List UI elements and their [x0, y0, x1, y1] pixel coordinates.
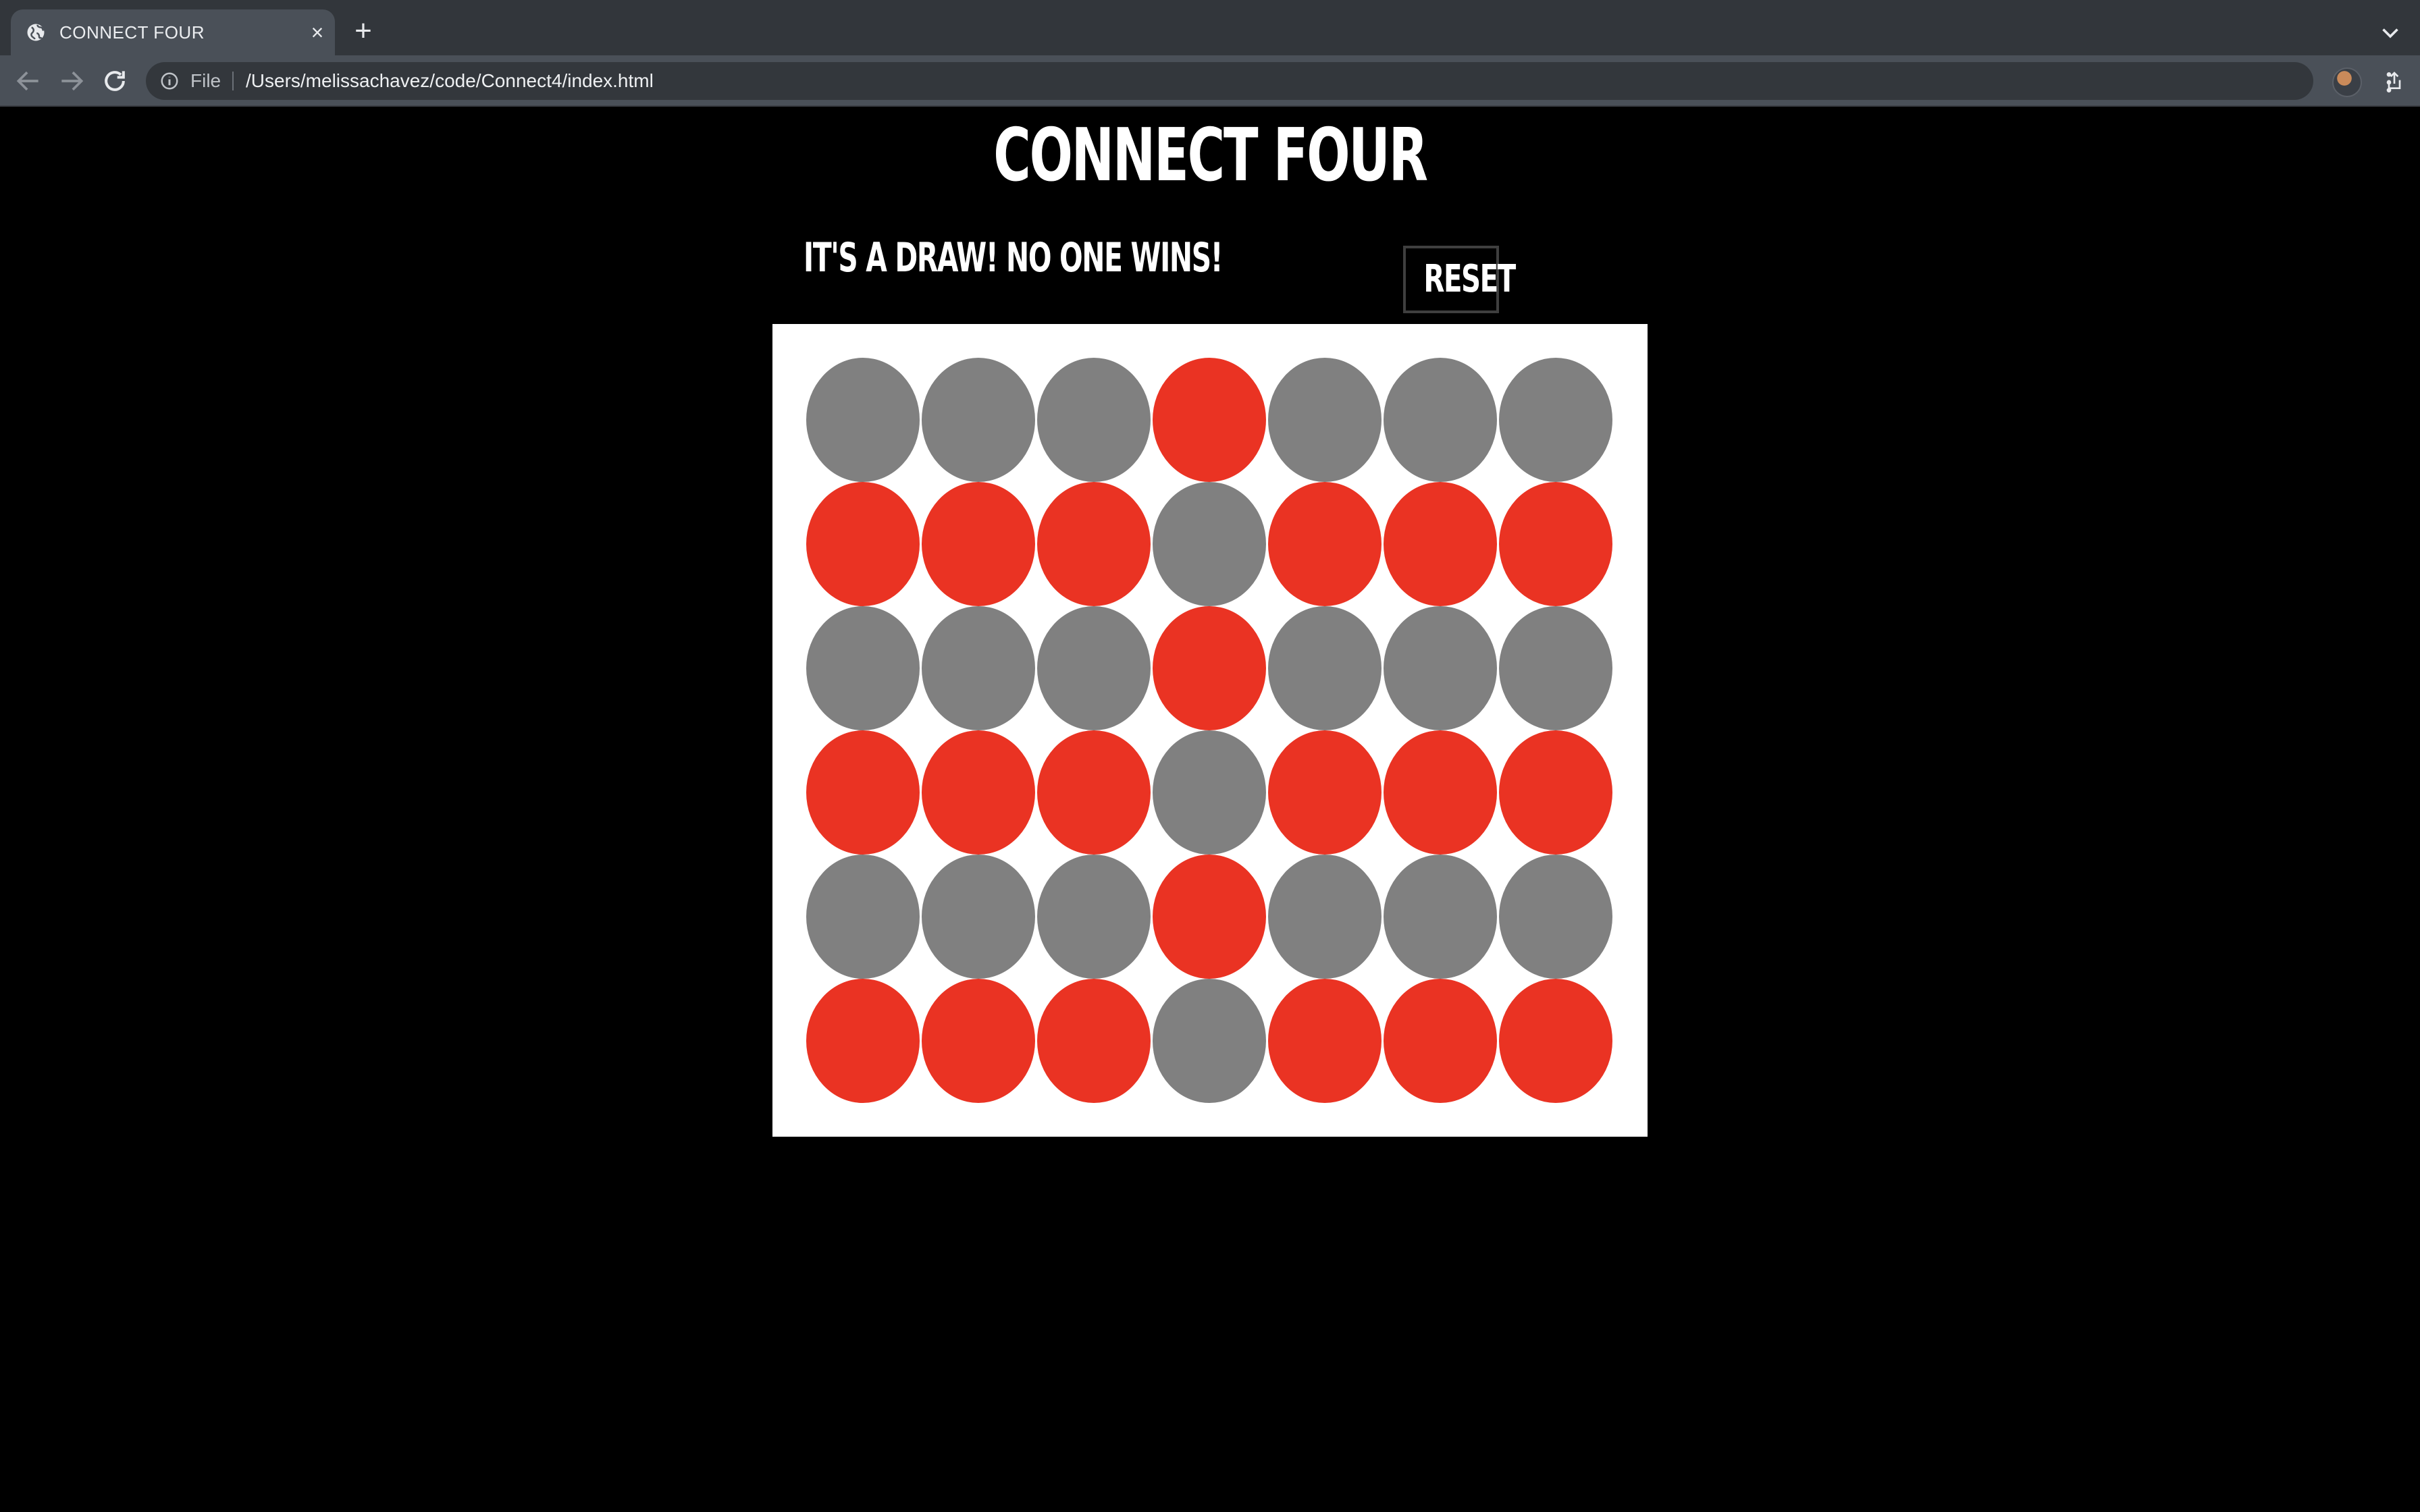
- board-cell-r3-c3[interactable]: [1037, 606, 1151, 730]
- globe-icon: [27, 24, 45, 41]
- page-title: CONNECT FOUR: [993, 113, 1428, 198]
- more-menu-icon[interactable]: [2379, 69, 2398, 96]
- address-url[interactable]: /Users/melissachavez/code/Connect4/index…: [246, 62, 654, 100]
- board-cell-r3-c2[interactable]: [922, 606, 1035, 730]
- browser-tab-strip: CONNECT FOUR × +: [0, 0, 2420, 55]
- board-cell-r4-c6[interactable]: [1384, 730, 1497, 855]
- board-cell-r4-c1[interactable]: [806, 730, 920, 855]
- info-icon[interactable]: [159, 71, 180, 91]
- board-cell-r5-c5[interactable]: [1268, 855, 1382, 979]
- board-cell-r3-c1[interactable]: [806, 606, 920, 730]
- browser-tab[interactable]: CONNECT FOUR ×: [11, 9, 335, 55]
- board-cell-r2-c5[interactable]: [1268, 482, 1382, 606]
- address-separator: [232, 72, 234, 90]
- board-cell-r3-c7[interactable]: [1499, 606, 1612, 730]
- page-content: CONNECT FOUR IT'S A DRAW! NO ONE WINS! R…: [0, 107, 2420, 1512]
- game-board: [772, 324, 1648, 1137]
- address-scheme: File: [190, 70, 221, 91]
- board-cell-r4-c7[interactable]: [1499, 730, 1612, 855]
- board-cell-r6-c1[interactable]: [806, 979, 920, 1103]
- board-cell-r1-c7[interactable]: [1499, 358, 1612, 482]
- close-icon[interactable]: ×: [305, 20, 330, 45]
- board-cell-r5-c7[interactable]: [1499, 855, 1612, 979]
- board-cell-r6-c6[interactable]: [1384, 979, 1497, 1103]
- board-cell-r5-c6[interactable]: [1384, 855, 1497, 979]
- board-cell-r2-c3[interactable]: [1037, 482, 1151, 606]
- board-cell-r3-c5[interactable]: [1268, 606, 1382, 730]
- chevron-down-icon[interactable]: [2378, 20, 2402, 45]
- profile-avatar[interactable]: [2332, 68, 2362, 97]
- board-cell-r6-c2[interactable]: [922, 979, 1035, 1103]
- address-bar[interactable]: File /Users/melissachavez/code/Connect4/…: [146, 62, 2401, 100]
- board-cell-r5-c4[interactable]: [1153, 855, 1266, 979]
- tab-title: CONNECT FOUR: [59, 22, 205, 43]
- board-cell-r6-c5[interactable]: [1268, 979, 1382, 1103]
- board-cell-r5-c2[interactable]: [922, 855, 1035, 979]
- board-cell-r1-c4[interactable]: [1153, 358, 1266, 482]
- reset-button[interactable]: RESET: [1403, 246, 1516, 313]
- forward-arrow-icon[interactable]: [57, 66, 86, 96]
- board-cell-r2-c6[interactable]: [1384, 482, 1497, 606]
- reset-button-label: RESET: [1423, 257, 1516, 301]
- reload-icon[interactable]: [100, 66, 130, 96]
- board-cell-r2-c2[interactable]: [922, 482, 1035, 606]
- board-cell-r6-c3[interactable]: [1037, 979, 1151, 1103]
- board-cell-r6-c4[interactable]: [1153, 979, 1266, 1103]
- board-cell-r4-c2[interactable]: [922, 730, 1035, 855]
- board-cell-r4-c5[interactable]: [1268, 730, 1382, 855]
- board-cell-r1-c2[interactable]: [922, 358, 1035, 482]
- board-cell-r4-c4[interactable]: [1153, 730, 1266, 855]
- board-cell-r1-c6[interactable]: [1384, 358, 1497, 482]
- board-cell-r1-c1[interactable]: [806, 358, 920, 482]
- board-cell-r2-c1[interactable]: [806, 482, 920, 606]
- board-cell-r4-c3[interactable]: [1037, 730, 1151, 855]
- board-cell-r5-c3[interactable]: [1037, 855, 1151, 979]
- board-cell-r6-c7[interactable]: [1499, 979, 1612, 1103]
- board-cell-r2-c7[interactable]: [1499, 482, 1612, 606]
- board-cell-r1-c5[interactable]: [1268, 358, 1382, 482]
- board-cell-r2-c4[interactable]: [1153, 482, 1266, 606]
- new-tab-icon[interactable]: +: [350, 16, 377, 46]
- browser-toolbar: File /Users/melissachavez/code/Connect4/…: [0, 55, 2420, 107]
- game-status-message: IT'S A DRAW! NO ONE WINS!: [804, 234, 1223, 281]
- board-cell-r1-c3[interactable]: [1037, 358, 1151, 482]
- board-cell-r5-c1[interactable]: [806, 855, 920, 979]
- board-cell-r3-c6[interactable]: [1384, 606, 1497, 730]
- board-cell-r3-c4[interactable]: [1153, 606, 1266, 730]
- back-arrow-icon[interactable]: [14, 66, 43, 96]
